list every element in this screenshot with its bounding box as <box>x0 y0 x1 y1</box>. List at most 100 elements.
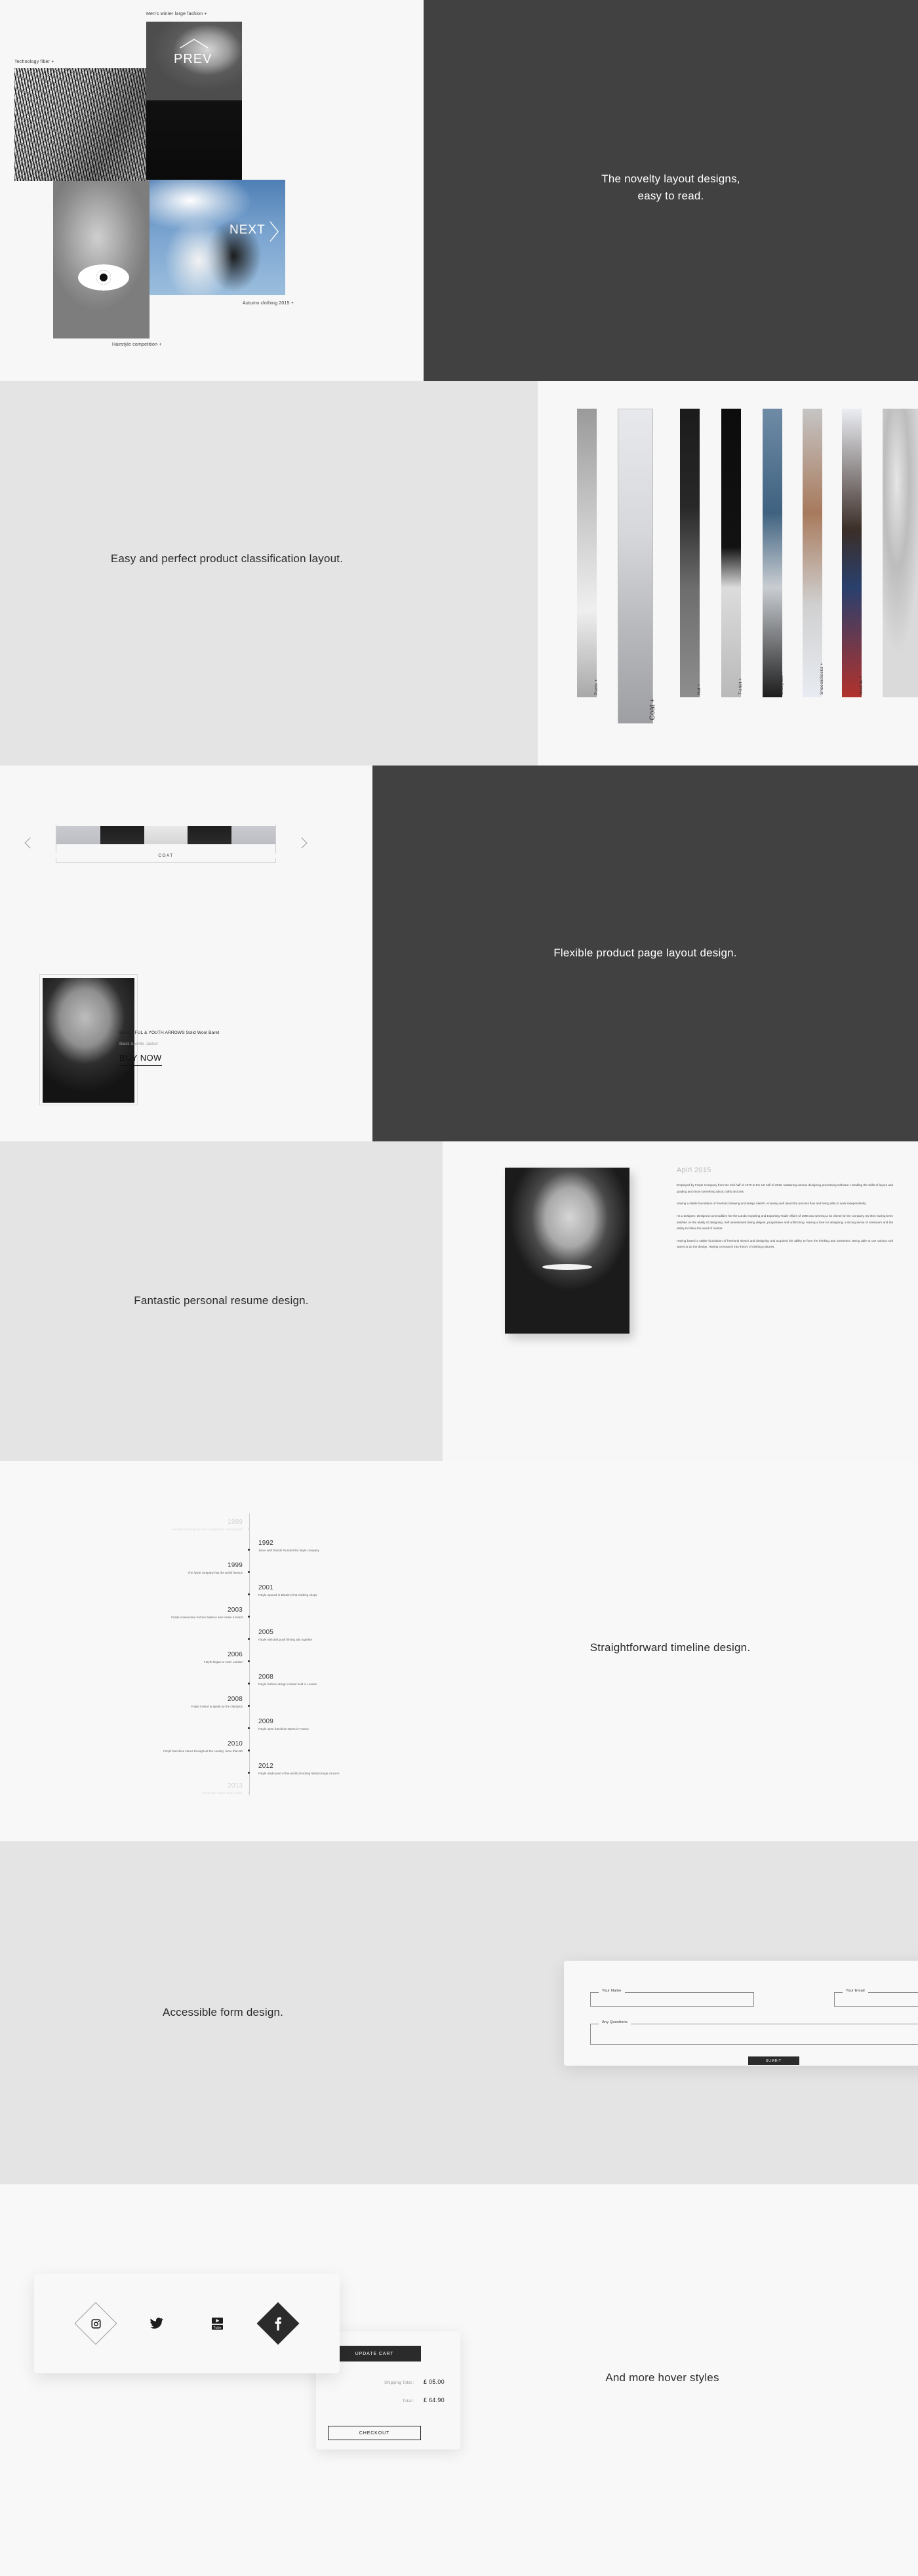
timeline-year: 1992 <box>258 1540 274 1547</box>
timeline-text: Futyle with daft punk filming ads togeth… <box>258 1638 313 1641</box>
timeline-dot <box>248 1660 250 1662</box>
timeline-year: 2005 <box>258 1629 274 1636</box>
category-strip-necktie[interactable]: Necktie + <box>842 409 864 697</box>
shipping-total-row: Shipping Total : £ 05.00 <box>384 2379 445 2385</box>
category-strip-shoes-socks[interactable]: Shoes&Socks + <box>803 409 824 697</box>
timeline-item[interactable]: 1989 Jasonthe first original work is eli… <box>171 1519 243 1532</box>
tile-hairstyle-competition[interactable] <box>53 181 150 338</box>
resume-body: Apirl 2015 Employed by Futyle Company fr… <box>677 1166 893 1256</box>
timeline-tagline: Straightforward timeline design. <box>589 1641 751 1654</box>
category-label-pants: Pants + <box>594 679 599 695</box>
instagram-icon[interactable] <box>74 2302 117 2345</box>
contact-form-card: Your Name Your Email Any Questions SUMBI… <box>564 1961 918 2066</box>
total-label: Total : <box>402 2400 414 2403</box>
timeline-text: Jasonthe first original work is eligible… <box>171 1528 243 1531</box>
timeline-dot <box>248 1616 250 1618</box>
category-strip-pants[interactable]: Pants + <box>577 409 599 697</box>
submit-button[interactable]: SUMBIT <box>748 2056 799 2065</box>
timeline-year: 1989 <box>227 1519 243 1526</box>
product-thumb-slider[interactable]: COAT <box>24 825 308 870</box>
timeline-item[interactable]: 2008 Futyle invited to speak by the Olym… <box>191 1696 243 1709</box>
your-email-label: Your Email <box>843 1989 868 1993</box>
classification-tagline: Easy and perfect product classification … <box>110 552 344 565</box>
timeline-item[interactable]: 2003 Futyle consecutive hot ten balance … <box>171 1607 243 1620</box>
page-root: Technology fiber + Men's winter large fa… <box>0 0 918 2576</box>
timeline-item[interactable]: 2006 Futyle began to enter London <box>204 1652 243 1664</box>
timeline-item[interactable]: 2012 Futyle made [end of the world] shoo… <box>258 1763 340 1776</box>
facebook-icon[interactable] <box>256 2302 300 2345</box>
timeline-year: 2008 <box>227 1696 243 1703</box>
category-strip-tshirt[interactable]: T-shirt + <box>721 409 743 697</box>
category-label-necktie: Necktie + <box>859 675 864 695</box>
resume-portrait-photo <box>505 1168 629 1334</box>
timeline-text: Futyle consecutive hot ten balance and c… <box>171 1616 243 1619</box>
hero-tagline-line1: The novelty layout designs, <box>601 173 740 185</box>
slider-thumb[interactable] <box>144 826 188 844</box>
checkout-button[interactable]: CHECKOUT <box>328 2426 421 2440</box>
buy-now-button[interactable]: BUY NOW <box>119 1053 162 1066</box>
timeline-item[interactable]: 2001 Futyle opened in Britain's first cl… <box>258 1585 317 1597</box>
category-strip-backpack[interactable]: Backpack + <box>763 409 784 697</box>
slider-thumb[interactable] <box>100 826 144 844</box>
timeline-item[interactable]: 2008 Futyle fashion design contest held … <box>258 1674 317 1687</box>
timeline-item[interactable]: 1999 The futyle company has the world fa… <box>188 1563 243 1575</box>
timeline-text: Jason with friends founded the futyle co… <box>258 1549 319 1552</box>
section-product: COAT BEAYTIFUL & YOUTH ARROWS Solid Wool… <box>0 766 918 1241</box>
resume-grey-panel: Fantastic personal resume design. <box>0 1141 443 1461</box>
product-info: BEAYTIFUL & YOUTH ARROWS Solid Wool Bare… <box>119 1031 316 1066</box>
twitter-icon[interactable] <box>136 2302 178 2344</box>
caption-autumn-clothing[interactable]: Autumn clothing 2015 + <box>243 301 294 306</box>
timeline-item[interactable]: 2009 Futyle open franchise stores in Fra… <box>258 1718 309 1731</box>
timeline-item[interactable]: 2005 Futyle with daft punk filming ads t… <box>258 1629 313 1642</box>
tile-autumn-clothing[interactable]: NEXT <box>150 180 285 295</box>
category-strip-coat[interactable]: Coat + <box>618 409 656 724</box>
category-label-tshirt: T-shirt + <box>738 678 743 695</box>
twitter-glyph <box>150 2318 163 2329</box>
category-label-shoes-socks: Shoes&Socks + <box>820 663 824 695</box>
category-strip-hat[interactable]: Hat + <box>680 409 702 697</box>
next-label[interactable]: NEXT <box>230 223 266 237</box>
caption-mens-winter-fashion[interactable]: Men's winter large fashion + <box>146 12 207 16</box>
slider-thumbs <box>56 826 275 844</box>
prev-label[interactable]: PREV <box>174 52 212 67</box>
eye-graphic <box>78 264 129 291</box>
timeline-item[interactable]: 2010 Futyle franchise stores throughout … <box>163 1741 243 1753</box>
timeline-dot <box>248 1705 250 1707</box>
timeline-dot <box>248 1571 250 1573</box>
timeline-item[interactable]: 1992 Jason with friends founded the futy… <box>258 1540 319 1553</box>
timeline-text: Futyle began to enter London <box>204 1660 243 1664</box>
timeline-year: 2009 <box>258 1718 274 1725</box>
resume-tagline: Fantastic personal resume design. <box>134 1294 309 1307</box>
any-questions-field[interactable]: Any Questions <box>590 2020 918 2045</box>
tile-mens-winter-fashion[interactable]: PREV <box>146 22 242 100</box>
slider-thumb[interactable] <box>188 826 232 844</box>
timeline-dot <box>248 1549 250 1551</box>
slider-thumb[interactable] <box>56 826 100 844</box>
total-row: Total : £ 64.90 <box>403 2397 445 2403</box>
resume-paragraph: As a designer. Designed commodities foe … <box>677 1214 893 1231</box>
caption-technology-fiber[interactable]: Technology fiber + <box>14 60 54 64</box>
category-label-coat: Coat + <box>649 698 656 720</box>
instagram-glyph <box>91 2318 101 2329</box>
timeline-text: Futyle invited to speak by the Olympics <box>191 1705 243 1708</box>
svg-text:Tube: Tube <box>213 2325 221 2329</box>
resume-paragraph: Employed by Futyle Company from the 2nd … <box>677 1183 893 1193</box>
update-cart-button[interactable]: UPDATE CART <box>328 2346 421 2361</box>
resume-date: Apirl 2015 <box>677 1166 711 1174</box>
resume-paragraph: Having a stable foundation of freehand d… <box>677 1202 867 1206</box>
slider-next-arrow-icon[interactable] <box>296 837 308 849</box>
timeline-year: 2013 <box>227 1782 243 1789</box>
chevron-up-icon <box>180 39 209 49</box>
slider-prev-arrow-icon[interactable] <box>24 837 36 849</box>
timeline-item[interactable]: 2013 Futyle total assets of ten billion <box>202 1783 243 1795</box>
your-name-field[interactable]: Your Name <box>590 1989 754 2007</box>
facebook-glyph <box>275 2316 282 2331</box>
category-strip-portrait[interactable] <box>883 409 918 697</box>
resume-paragraph: Having based a stable foundation of free… <box>677 1238 893 1249</box>
slider-thumb[interactable] <box>231 826 275 844</box>
your-email-field[interactable]: Your Email <box>834 1989 918 2007</box>
hover-tagline: And more hover styles <box>605 2371 719 2384</box>
youtube-icon[interactable]: Tube <box>196 2302 238 2344</box>
caption-hairstyle-competition[interactable]: Hairstyle competition + <box>112 342 162 347</box>
shipping-total-label: Shipping Total : <box>384 2381 414 2385</box>
